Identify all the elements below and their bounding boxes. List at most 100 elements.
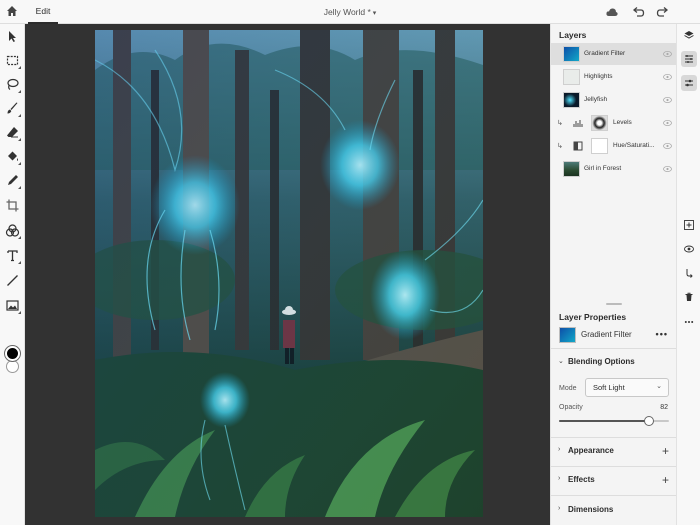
opacity-value[interactable]: 82 (660, 404, 668, 411)
tool-options-indicator (18, 261, 21, 264)
crop-tool[interactable] (5, 198, 20, 213)
visibility-button[interactable] (681, 241, 697, 257)
clip-button[interactable] (681, 265, 697, 281)
eraser-tool[interactable] (5, 125, 21, 141)
adjustments-icon (685, 79, 693, 87)
brush-tool[interactable] (5, 101, 21, 117)
delete-button[interactable] (681, 289, 697, 305)
more-icon (684, 321, 694, 323)
clipping-icon: ↳ (557, 143, 563, 150)
layer-thumbnail (563, 92, 580, 108)
section-label: Appearance (568, 446, 614, 455)
separator (551, 437, 677, 438)
layer-thumbnail (559, 327, 576, 343)
chevron-right-icon: › (558, 446, 561, 453)
layer-row-jellyfish[interactable]: Jellyfish (551, 89, 677, 111)
layers-button[interactable] (681, 27, 697, 43)
plus-icon[interactable]: + (662, 441, 669, 461)
tool-options-indicator (18, 311, 21, 314)
separator (551, 466, 677, 467)
panel-resize-handle[interactable] (606, 303, 622, 305)
opacity-label: Opacity (559, 404, 583, 411)
layer-name: Levels (613, 119, 632, 126)
chevron-down-icon: ▾ (372, 10, 377, 17)
type-tool[interactable] (5, 248, 21, 264)
tool-options-indicator (18, 236, 21, 239)
chevron-right-icon: › (558, 475, 561, 482)
canvas-area[interactable] (25, 24, 550, 525)
dimensions-section[interactable]: › Dimensions (551, 500, 677, 520)
background-color-swatch[interactable] (6, 360, 19, 373)
tool-options-indicator (18, 66, 21, 69)
layer-row-hue-saturation[interactable]: ↳ Hue/Saturati... (551, 135, 677, 157)
eye-icon[interactable] (663, 119, 672, 127)
tool-options-indicator (18, 162, 21, 165)
properties-layer-name: Gradient Filter (581, 330, 632, 339)
layer-name: Girl in Forest (584, 165, 622, 172)
layers-panel-title: Layers (559, 30, 587, 40)
blend-mode-value: Soft Light (593, 383, 625, 392)
adjustments-button[interactable] (681, 75, 697, 91)
section-label: Blending Options (568, 357, 635, 366)
edit-tab[interactable]: Edit (28, 0, 58, 24)
eye-icon[interactable] (663, 50, 672, 58)
layer-row-gradient-filter[interactable]: Gradient Filter (551, 43, 677, 65)
crop-icon (6, 199, 19, 212)
layer-properties-title: Layer Properties (559, 312, 627, 322)
top-bar: Edit Jelly World * ▾ (0, 0, 700, 24)
right-panel: Layers Gradient Filter Highlights Jellyf… (550, 24, 677, 525)
eye-icon[interactable] (663, 165, 672, 173)
lasso-tool[interactable] (5, 77, 21, 93)
image-place-tool[interactable] (5, 298, 21, 314)
delete-icon (685, 292, 693, 301)
layer-thumbnail (563, 69, 580, 85)
separator (551, 495, 677, 496)
cloud-icon[interactable] (605, 5, 619, 19)
chevron-down-icon: ⌄ (656, 383, 662, 390)
blend-mode-select[interactable]: Soft Light ⌄ (585, 378, 669, 397)
hue-saturation-icon (573, 141, 583, 151)
healing-tool[interactable] (5, 173, 21, 189)
shape-tool[interactable] (5, 223, 21, 239)
redo-icon[interactable] (656, 5, 670, 19)
line-tool[interactable] (5, 273, 20, 288)
layer-thumbnail (563, 46, 580, 62)
opacity-slider[interactable] (559, 416, 669, 426)
layer-properties-button[interactable] (681, 51, 697, 67)
left-toolbar (0, 24, 25, 525)
separator (551, 348, 677, 349)
artwork-jelly-world[interactable] (95, 30, 483, 517)
more-options-button[interactable]: ••• (656, 327, 668, 341)
eye-icon[interactable] (663, 96, 672, 104)
clip-icon (686, 269, 693, 278)
more-button[interactable] (681, 314, 697, 330)
forest-jellyfish-image (95, 30, 483, 517)
select-tool[interactable] (5, 29, 20, 44)
layer-mask-thumbnail (591, 115, 608, 131)
fill-tool[interactable] (5, 149, 21, 165)
tool-options-indicator (18, 138, 21, 141)
line-icon (7, 275, 18, 286)
layer-row-girl-in-forest[interactable]: Girl in Forest (551, 158, 677, 180)
blending-options-section[interactable]: ⌄ Blending Options (551, 352, 677, 372)
layer-mask-thumbnail (591, 138, 608, 154)
foreground-color-swatch[interactable] (5, 346, 20, 361)
marquee-tool[interactable] (5, 53, 21, 69)
layer-row-highlights[interactable]: Highlights (551, 66, 677, 88)
layer-row-levels[interactable]: ↳ Levels (551, 112, 677, 134)
visibility-icon (684, 245, 694, 253)
eye-icon[interactable] (663, 73, 672, 81)
opacity-slider-fill (559, 420, 650, 422)
appearance-section[interactable]: › Appearance + (551, 441, 677, 461)
right-icon-strip (676, 24, 700, 525)
opacity-slider-thumb[interactable] (644, 416, 655, 426)
document-title[interactable]: Jelly World * ▾ (300, 0, 400, 24)
effects-section[interactable]: › Effects + (551, 470, 677, 490)
add-layer-button[interactable] (681, 217, 697, 233)
eye-icon[interactable] (663, 142, 672, 150)
plus-icon[interactable]: + (662, 470, 669, 490)
layers-icon (684, 31, 694, 39)
home-icon[interactable] (5, 4, 19, 18)
undo-icon[interactable] (631, 5, 645, 19)
layer-name: Jellyfish (584, 96, 608, 103)
